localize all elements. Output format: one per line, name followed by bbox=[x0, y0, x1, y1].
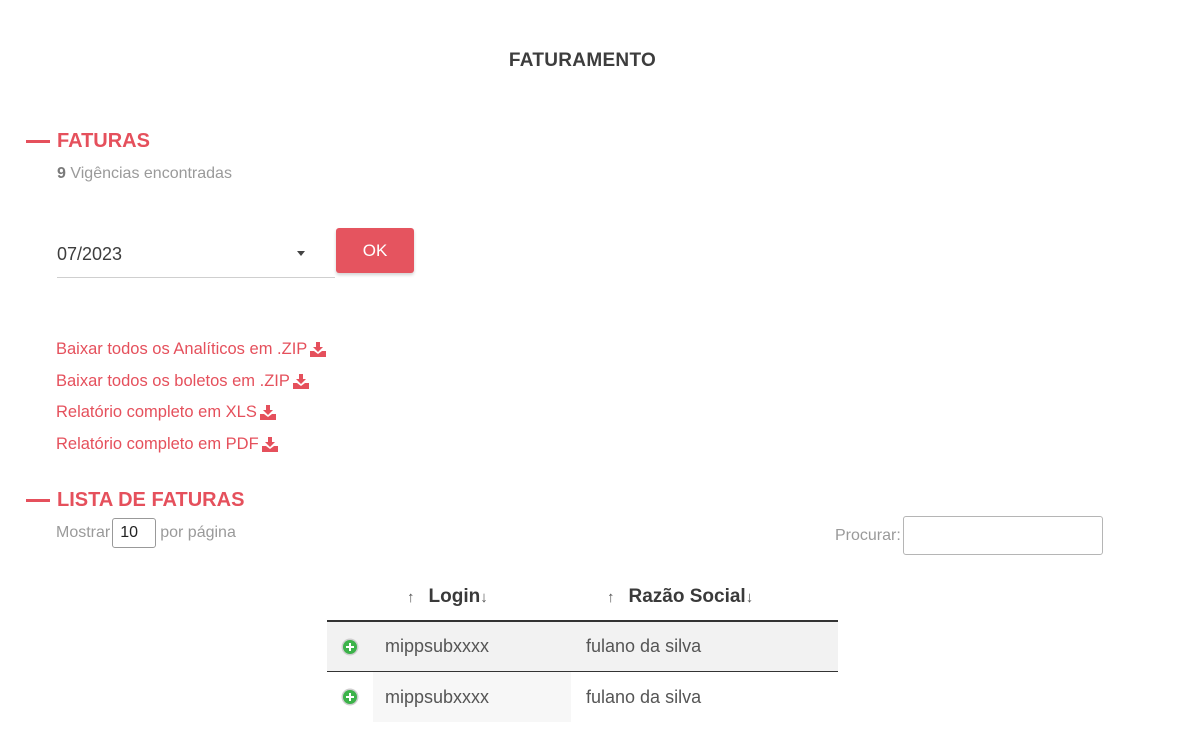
period-select[interactable]: 07/2023 bbox=[57, 232, 335, 278]
vigencias-count-text: Vigências encontradas bbox=[70, 165, 232, 182]
table-header: ↑ Login ↓ ↑ Razão Social ↓ bbox=[327, 574, 838, 622]
cell-razao-social: fulano da silva bbox=[586, 636, 702, 656]
download-link-label: Relatório completo em PDF bbox=[56, 434, 259, 453]
plus-circle-icon bbox=[341, 638, 359, 655]
sort-desc-icon: ↓ bbox=[745, 588, 754, 606]
search-control: Procurar: bbox=[835, 516, 1103, 555]
table-row: mippsubxxxx fulano da silva bbox=[327, 622, 838, 672]
vigencias-count-number: 9 bbox=[57, 165, 66, 182]
search-label: Procurar: bbox=[835, 526, 901, 544]
download-analiticos-zip-link[interactable]: Baixar todos os Analíticos em .ZIP bbox=[56, 334, 327, 366]
sort-asc-icon: ↑ bbox=[607, 588, 615, 606]
heading-dash bbox=[26, 499, 50, 502]
per-page-control: Mostrar por página bbox=[56, 518, 236, 548]
cell-login: mippsubxxxx bbox=[385, 636, 490, 656]
faturas-heading: FATURAS bbox=[57, 130, 150, 152]
plus-circle-icon bbox=[341, 688, 359, 706]
expand-row-button[interactable] bbox=[327, 688, 373, 706]
column-label: Razão Social bbox=[628, 586, 746, 607]
download-icon bbox=[310, 342, 327, 358]
download-icon bbox=[259, 405, 276, 421]
cell-login: mippsubxxxx bbox=[373, 672, 571, 722]
column-header-razao-social[interactable]: ↑ Razão Social ↓ bbox=[607, 586, 753, 608]
column-label: Login bbox=[428, 586, 481, 607]
download-icon bbox=[292, 373, 309, 389]
faturas-table: ↑ Login ↓ ↑ Razão Social ↓ mippsubxxxx f… bbox=[327, 574, 838, 722]
sort-asc-icon: ↑ bbox=[407, 588, 415, 606]
caret-down-icon bbox=[297, 251, 305, 256]
download-relatorio-xls-link[interactable]: Relatório completo em XLS bbox=[56, 397, 326, 429]
lista-section-heading: LISTA DE FATURAS bbox=[26, 489, 244, 512]
table-row: mippsubxxxx fulano da silva bbox=[327, 672, 838, 722]
cell-razao-social: fulano da silva bbox=[586, 686, 702, 707]
search-input[interactable] bbox=[902, 516, 1103, 555]
ok-button[interactable]: OK bbox=[336, 228, 414, 273]
download-relatorio-pdf-link[interactable]: Relatório completo em PDF bbox=[56, 429, 326, 461]
column-header-login[interactable]: ↑ Login ↓ bbox=[407, 586, 607, 608]
download-link-label: Baixar todos os boletos em .ZIP bbox=[56, 371, 290, 390]
faturas-section-heading: FATURAS bbox=[26, 130, 150, 153]
download-boletos-zip-link[interactable]: Baixar todos os boletos em .ZIP bbox=[56, 366, 326, 398]
expand-row-button[interactable] bbox=[327, 638, 373, 656]
download-icon bbox=[261, 436, 278, 452]
lista-heading: LISTA DE FATURAS bbox=[57, 489, 245, 511]
vigencias-count: 9 Vigências encontradas bbox=[57, 165, 232, 183]
download-links: Baixar todos os Analíticos em .ZIP Baixa… bbox=[56, 334, 327, 461]
period-select-value: 07/2023 bbox=[57, 244, 123, 264]
download-link-label: Baixar todos os Analíticos em .ZIP bbox=[56, 340, 308, 359]
sort-desc-icon: ↓ bbox=[480, 588, 488, 606]
heading-dash bbox=[26, 140, 50, 143]
per-page-suffix: por página bbox=[160, 524, 236, 541]
show-label: Mostrar bbox=[56, 524, 111, 541]
page-title: FATURAMENTO bbox=[508, 50, 657, 71]
download-link-label: Relatório completo em XLS bbox=[56, 403, 257, 422]
per-page-input[interactable] bbox=[112, 518, 157, 548]
